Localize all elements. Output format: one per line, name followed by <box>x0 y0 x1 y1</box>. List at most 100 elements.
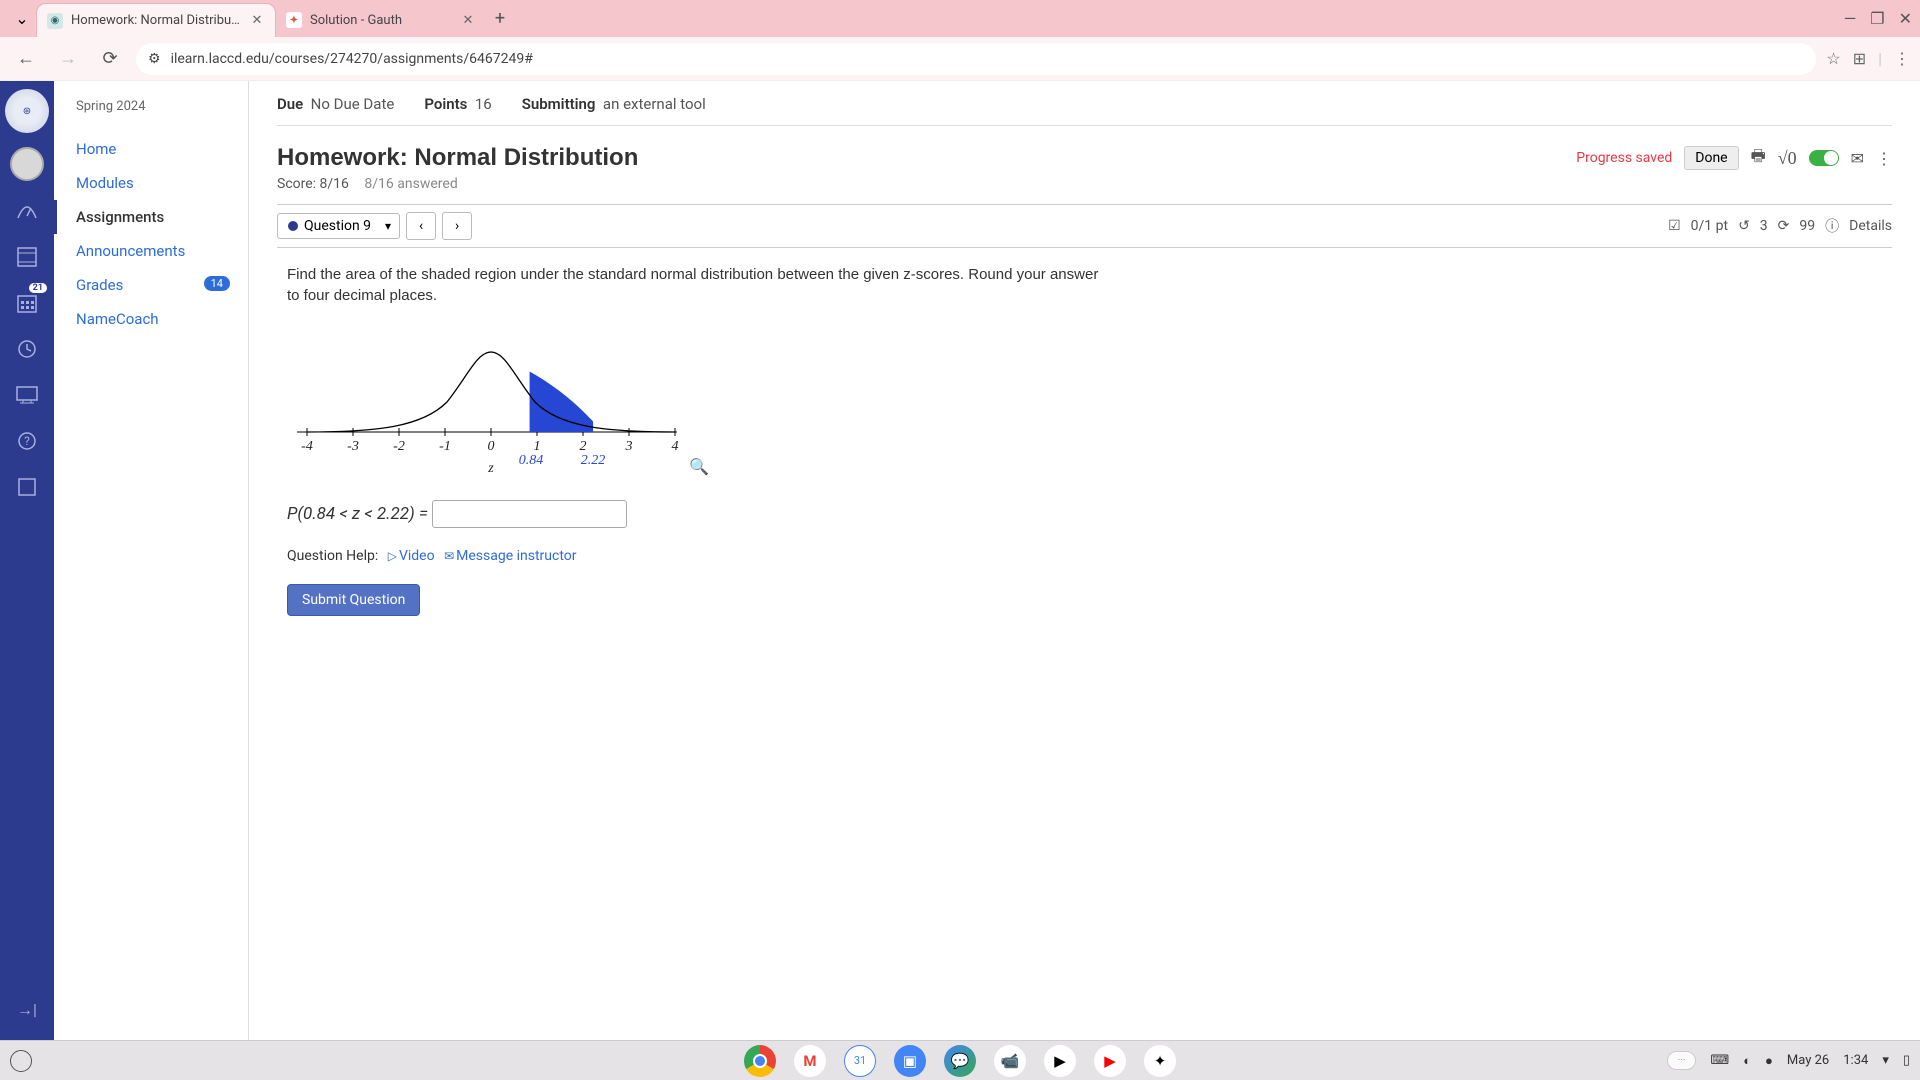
battery-icon[interactable]: ▯ <box>1903 1053 1910 1068</box>
details-link[interactable]: Details <box>1849 218 1892 234</box>
settings-menu-icon[interactable]: ⋮ <box>1876 149 1892 168</box>
meet-icon[interactable]: 📹 <box>994 1045 1026 1077</box>
inbox-icon[interactable] <box>9 471 45 503</box>
question-prompt: Find the area of the shaded region under… <box>287 264 1107 306</box>
z-lower-label: 0.84 <box>519 453 544 468</box>
url-text: ilearn.laccd.edu/courses/274270/assignme… <box>171 51 533 67</box>
nav-assignments[interactable]: Assignments <box>54 200 248 234</box>
content-area: Due No Due Date Points 16 Submitting an … <box>249 81 1920 1040</box>
play-store-icon[interactable]: ▶ <box>1044 1045 1076 1077</box>
os-taskbar: M 31 ▣ 💬 📹 ▶ ▶ ✦ ··· ⌨ ◐ ● May 26 1:34 ▾… <box>0 1040 1920 1080</box>
courses-icon[interactable] <box>9 241 45 273</box>
prev-question-button[interactable]: ‹ <box>406 212 436 240</box>
tab-search-dropdown[interactable]: ⌄ <box>8 5 36 33</box>
chrome-icon[interactable] <box>744 1045 776 1077</box>
expand-nav-icon[interactable]: →| <box>9 994 45 1026</box>
tab-gauth[interactable]: ✦ Solution - Gauth ✕ <box>276 3 486 37</box>
normal-distribution-plot: -4 -3 -2 -1 0 1 2 3 4 0.84 <box>287 322 687 472</box>
due-value: No Due Date <box>311 95 395 113</box>
homework-title: Homework: Normal Distribution <box>277 144 638 172</box>
submitting-label: Submitting <box>522 95 596 113</box>
axis-label: z <box>487 461 494 476</box>
tab-title: Homework: Normal Distribution <box>71 13 241 28</box>
taskbar-time[interactable]: 1:34 <box>1843 1053 1868 1068</box>
back-button[interactable]: ← <box>10 43 42 75</box>
nav-namecoach[interactable]: NameCoach <box>54 302 248 336</box>
calendar-app-icon[interactable]: 31 <box>844 1045 876 1077</box>
answer-input[interactable] <box>432 500 627 528</box>
global-nav: ⊛ 21 ? →| <box>0 81 54 1040</box>
svg-text:-3: -3 <box>347 439 359 454</box>
calendar-badge: 21 <box>29 283 47 293</box>
svg-text:?: ? <box>24 434 30 448</box>
next-question-button[interactable]: › <box>442 212 472 240</box>
points-value: 16 <box>475 95 492 113</box>
message-icon[interactable]: ✉ <box>1851 149 1864 168</box>
keyboard-icon[interactable]: ⌨ <box>1710 1053 1729 1068</box>
dashboard-icon[interactable] <box>9 195 45 227</box>
svg-text:-1: -1 <box>439 439 451 454</box>
restore-icon[interactable]: ❐ <box>1870 9 1884 28</box>
done-button[interactable]: Done <box>1684 146 1738 170</box>
new-tab-button[interactable]: + <box>486 5 514 33</box>
notification-icon[interactable]: ◐ <box>1743 1053 1751 1069</box>
nav-modules[interactable]: Modules <box>54 166 248 200</box>
canvas-favicon: ◉ <box>47 13 63 29</box>
svg-text:-2: -2 <box>393 439 405 454</box>
z-upper-label: 2.22 <box>581 453 606 468</box>
account-avatar[interactable] <box>10 147 44 181</box>
svg-text:4: 4 <box>672 439 679 454</box>
wifi-icon[interactable]: ▾ <box>1882 1053 1889 1068</box>
answered-text: 8/16 answered <box>364 176 457 192</box>
tray-pill[interactable]: ··· <box>1667 1051 1697 1070</box>
youtube-icon[interactable]: ▶ <box>1094 1045 1126 1077</box>
nav-announcements[interactable]: Announcements <box>54 234 248 268</box>
close-window-icon[interactable]: ✕ <box>1899 9 1912 28</box>
print-icon[interactable]: 🖶 <box>1751 145 1766 172</box>
institution-logo[interactable]: ⊛ <box>5 89 49 133</box>
gauth-favicon: ✦ <box>286 12 302 28</box>
term-label: Spring 2024 <box>54 99 248 114</box>
video-link[interactable]: ▷Video <box>388 548 435 564</box>
close-icon[interactable]: ✕ <box>249 13 265 29</box>
studio-icon[interactable] <box>9 379 45 411</box>
close-icon[interactable]: ✕ <box>460 12 476 28</box>
tab-title: Solution - Gauth <box>310 13 452 28</box>
taskbar-date[interactable]: May 26 <box>1787 1053 1829 1068</box>
messages-icon[interactable]: 💬 <box>944 1045 976 1077</box>
extensions-icon[interactable]: ⊞ <box>1853 49 1866 68</box>
nav-grades[interactable]: Grades 14 <box>54 268 248 302</box>
question-number: Question 9 <box>304 218 371 234</box>
mathquill-toggle[interactable] <box>1809 150 1839 166</box>
reload-button[interactable]: ⟳ <box>94 43 126 75</box>
tries-icon: ⟳ <box>1778 218 1790 234</box>
question-body: Find the area of the shaded region under… <box>277 248 1892 632</box>
photos-icon[interactable]: ✦ <box>1144 1045 1176 1077</box>
svg-text:1: 1 <box>534 439 541 454</box>
question-select[interactable]: Question 9 <box>277 213 400 239</box>
video-icon: ▷ <box>388 549 397 563</box>
browser-tab-strip: ⌄ ◉ Homework: Normal Distribution ✕ ✦ So… <box>0 0 1920 37</box>
magnify-icon[interactable]: 🔍 <box>689 457 709 476</box>
status-icon[interactable]: ● <box>1765 1053 1773 1069</box>
forward-button[interactable]: → <box>52 43 84 75</box>
help-icon[interactable]: ? <box>9 425 45 457</box>
chrome-menu-icon[interactable]: ⋮ <box>1894 49 1910 68</box>
site-info-icon[interactable]: ⚙ <box>148 51 161 67</box>
history-icon[interactable] <box>9 333 45 365</box>
question-attempts: 3 <box>1760 218 1768 234</box>
tab-canvas[interactable]: ◉ Homework: Normal Distribution ✕ <box>36 3 276 37</box>
url-bar[interactable]: ⚙ ilearn.laccd.edu/courses/274270/assign… <box>136 43 1816 75</box>
gmail-icon[interactable]: M <box>794 1045 826 1077</box>
bookmark-icon[interactable]: ☆ <box>1826 49 1840 68</box>
help-label: Question Help: <box>287 548 378 564</box>
files-icon[interactable]: ▣ <box>894 1045 926 1077</box>
calendar-icon[interactable]: 21 <box>9 287 45 319</box>
question-bar: Question 9 ‹ › ☑ 0/1 pt ↺ 3 ⟳ 99 ⓘ Detai… <box>277 204 1892 248</box>
nav-home[interactable]: Home <box>54 132 248 166</box>
launcher-icon[interactable] <box>10 1050 32 1072</box>
minimize-icon[interactable]: — <box>1844 9 1857 28</box>
submit-question-button[interactable]: Submit Question <box>287 584 420 616</box>
url-bar-row: ← → ⟳ ⚙ ilearn.laccd.edu/courses/274270/… <box>0 37 1920 81</box>
message-instructor-link[interactable]: ✉Message instructor <box>444 548 576 564</box>
